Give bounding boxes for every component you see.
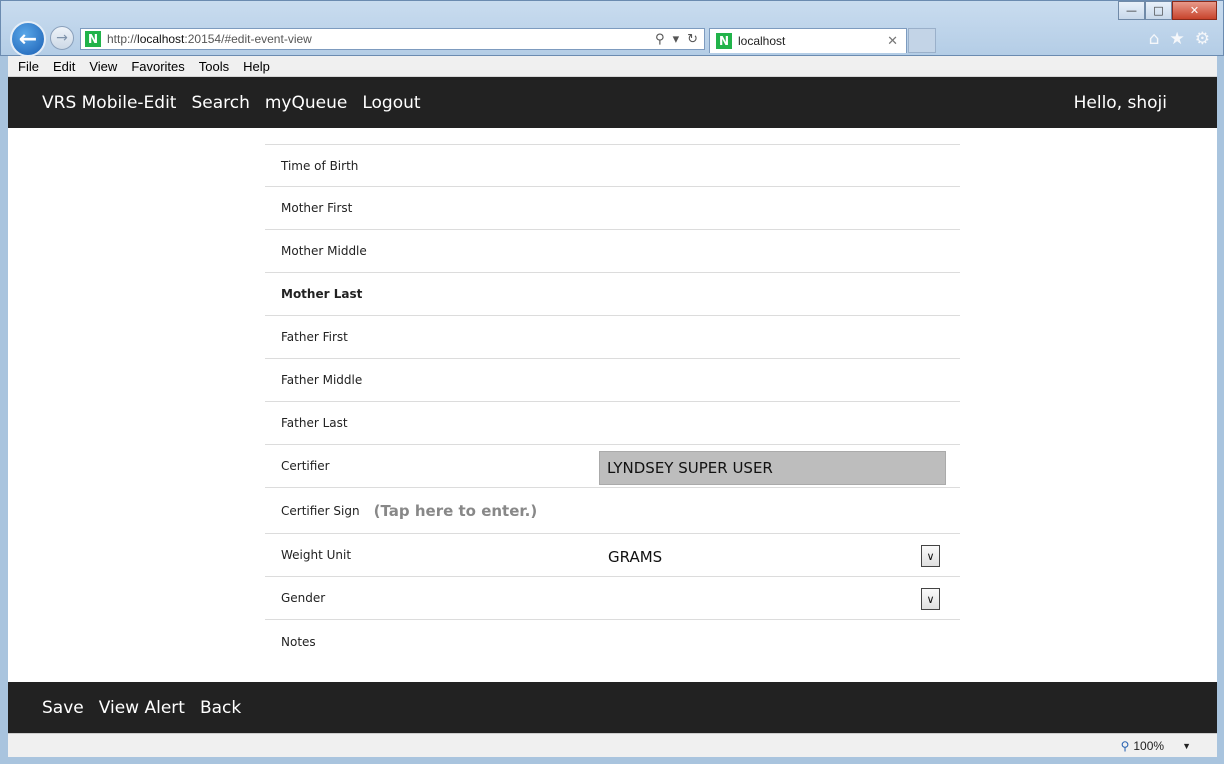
field-label: Father Middle (281, 373, 363, 387)
minimize-icon[interactable]: — (1118, 1, 1145, 20)
url-text[interactable]: http://localhost:20154/#edit-event-view (107, 32, 655, 46)
weight-unit-select-value[interactable]: GRAMS (608, 548, 662, 566)
field-label: Certifier (281, 459, 330, 473)
menu-edit[interactable]: Edit (53, 59, 75, 74)
menu-tools[interactable]: Tools (199, 59, 229, 74)
page-content: VRS Mobile-Edit Search myQueue Logout He… (8, 77, 1217, 733)
browser-tab[interactable]: N localhost ✕ (709, 28, 907, 53)
menu-file[interactable]: File (18, 59, 39, 74)
zoom-icon: ⚲ (1120, 739, 1130, 753)
edit-event-form: Time of Birth Mother First Mother Middle… (265, 144, 960, 663)
save-button[interactable]: Save (42, 698, 84, 718)
field-row-notes[interactable]: Notes (265, 620, 960, 663)
field-row-mother-first[interactable]: Mother First (265, 187, 960, 230)
field-label: Mother First (281, 201, 353, 215)
search-icon[interactable]: ⚲ (655, 32, 665, 47)
zoom-level: 100% (1133, 739, 1165, 753)
field-label: Father Last (281, 416, 348, 430)
home-icon[interactable]: ⌂ (1149, 29, 1160, 49)
signature-tap-prompt[interactable]: (Tap here to enter.) (374, 502, 538, 520)
tab-favicon-icon: N (716, 33, 732, 49)
site-favicon-icon: N (85, 31, 101, 47)
chevron-down-icon[interactable]: ∨ (921, 588, 940, 610)
field-label: Gender (281, 591, 326, 605)
field-row-mother-last[interactable]: Mother Last (265, 273, 960, 316)
field-label-required: Mother Last (281, 287, 363, 301)
field-label: Mother Middle (281, 244, 367, 258)
certifier-readonly-field: LYNDSEY SUPER USER (599, 451, 946, 485)
top-navbar: VRS Mobile-Edit Search myQueue Logout He… (8, 77, 1217, 128)
menu-view[interactable]: View (89, 59, 117, 74)
brand-link[interactable]: VRS Mobile-Edit (42, 93, 176, 113)
address-bar[interactable]: N http://localhost:20154/#edit-event-vie… (80, 28, 705, 50)
field-label: Time of Birth (281, 158, 359, 173)
zoom-control[interactable]: ⚲ 100% ▼ (1121, 739, 1191, 753)
back-button[interactable]: Back (200, 698, 241, 718)
field-label: Weight Unit (281, 548, 352, 562)
bottom-toolbar: Save View Alert Back (8, 682, 1217, 733)
window-controls: — □ ✕ (1118, 1, 1217, 20)
field-row-certifier: Certifier LYNDSEY SUPER USER (265, 445, 960, 488)
dropdown-icon[interactable]: ▾ (673, 32, 680, 47)
close-icon[interactable]: ✕ (1172, 1, 1217, 20)
field-label: Notes (281, 634, 316, 649)
settings-gear-icon[interactable]: ⚙ (1195, 29, 1210, 49)
status-bar: ⚲ 100% ▼ (8, 733, 1217, 757)
field-label: Father First (281, 330, 348, 344)
chevron-down-icon[interactable]: ∨ (921, 545, 940, 567)
field-row-mother-middle[interactable]: Mother Middle (265, 230, 960, 273)
nav-search-link[interactable]: Search (191, 93, 249, 113)
tab-title: localhost (738, 34, 786, 48)
menu-bar: File Edit View Favorites Tools Help (8, 56, 1217, 77)
field-row-time-of-birth[interactable]: Time of Birth (265, 144, 960, 187)
back-arrow-icon[interactable]: ← (10, 21, 46, 57)
menu-favorites[interactable]: Favorites (131, 59, 184, 74)
field-row-certifier-sign[interactable]: Certifier Sign (Tap here to enter.) (265, 488, 960, 534)
field-label: Certifier Sign (281, 503, 360, 518)
view-alert-button[interactable]: View Alert (99, 698, 185, 718)
field-row-father-last[interactable]: Father Last (265, 402, 960, 445)
field-row-gender[interactable]: Gender ∨ (265, 577, 960, 620)
nav-myqueue-link[interactable]: myQueue (265, 93, 347, 113)
refresh-icon[interactable]: ↻ (687, 32, 698, 47)
user-greeting: Hello, shoji (1073, 92, 1167, 113)
field-row-weight-unit[interactable]: Weight Unit GRAMS ∨ (265, 534, 960, 577)
field-row-father-first[interactable]: Father First (265, 316, 960, 359)
forward-arrow-icon[interactable]: → (50, 26, 74, 50)
nav-logout-link[interactable]: Logout (362, 93, 420, 113)
tab-close-icon[interactable]: ✕ (887, 34, 898, 49)
chevron-down-icon[interactable]: ▼ (1182, 741, 1191, 751)
favorites-star-icon[interactable]: ★ (1170, 29, 1185, 49)
new-tab-button[interactable] (908, 28, 936, 53)
field-row-father-middle[interactable]: Father Middle (265, 359, 960, 402)
menu-help[interactable]: Help (243, 59, 270, 74)
maximize-icon[interactable]: □ (1145, 1, 1172, 20)
